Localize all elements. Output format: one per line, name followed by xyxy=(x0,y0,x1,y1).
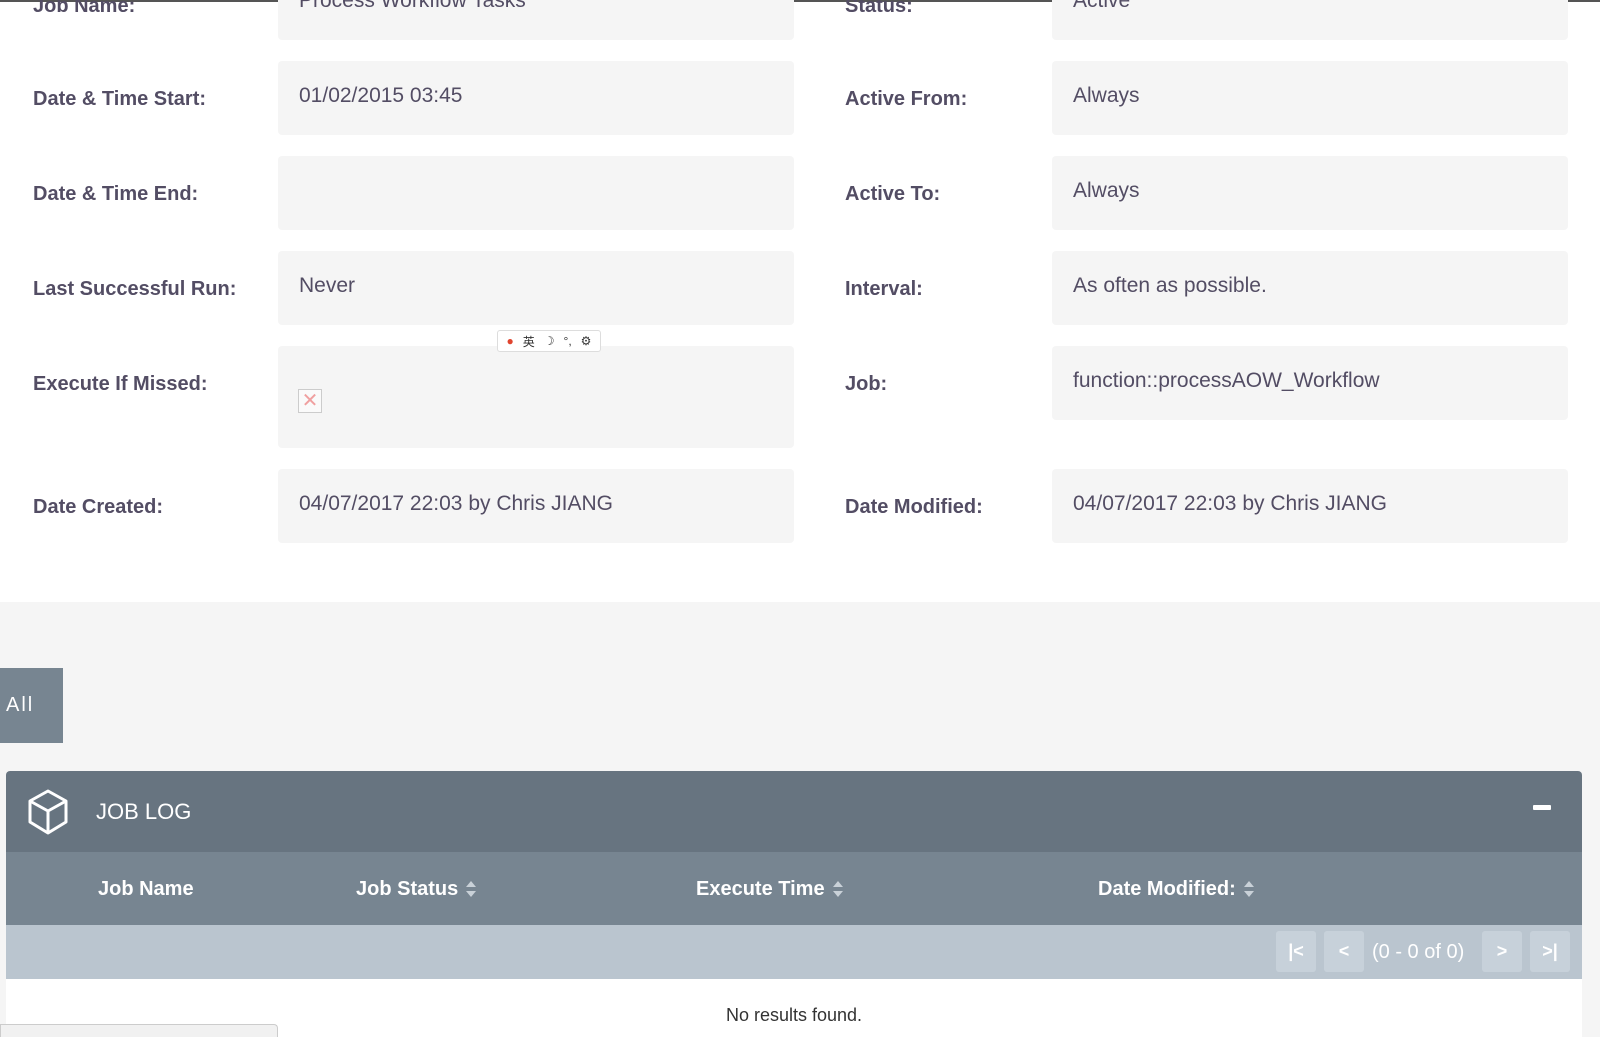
sort-icon[interactable] xyxy=(1243,881,1254,897)
pagination-prev-button[interactable]: < xyxy=(1324,931,1364,972)
pagination-next-button[interactable]: > xyxy=(1482,931,1522,972)
date-created-value: 04/07/2017 22:03 by Chris JIANG xyxy=(278,469,794,543)
detail-view: Job Name: Process Workflow Tasks Status:… xyxy=(0,0,1600,602)
column-job-name-label: Job Name xyxy=(98,878,194,900)
active-from-text: Always xyxy=(1073,84,1140,107)
gear-icon[interactable]: ⚙ xyxy=(581,334,592,348)
job-text: function::processAOW_Workflow xyxy=(1073,369,1380,392)
pagination-last-button[interactable]: >| xyxy=(1530,931,1570,972)
job-log-panel: JOB LOG Job Name Job Status Execute Time… xyxy=(6,771,1582,1037)
execute-if-missed-value xyxy=(278,346,794,448)
column-execute-time[interactable]: Execute Time xyxy=(696,876,843,902)
broken-image-icon: ✕ xyxy=(301,390,319,412)
date-time-start-text: 01/02/2015 03:45 xyxy=(299,84,463,107)
active-to-value: Always xyxy=(1052,156,1568,230)
browser-status-bar xyxy=(0,1024,278,1037)
date-time-end-value xyxy=(278,156,794,230)
moon-icon[interactable]: ☽ xyxy=(544,334,555,348)
execute-if-missed-checkbox[interactable]: ✕ xyxy=(298,389,322,413)
job-name-text: Process Workflow Tasks xyxy=(299,0,526,12)
execute-if-missed-label: Execute If Missed: xyxy=(33,373,208,395)
last-successful-run-text: Never xyxy=(299,274,356,297)
status-text: Active xyxy=(1073,0,1131,12)
pagination-bar: |< < (0 - 0 of 0) > >| xyxy=(6,925,1582,979)
tab-all[interactable]: All xyxy=(0,668,63,743)
date-modified-label: Date Modified: xyxy=(845,496,983,518)
ime-toolbar[interactable]: ● 英 ☽ °, ⚙ xyxy=(497,330,601,352)
job-label: Job: xyxy=(845,373,888,395)
active-to-label: Active To: xyxy=(845,183,941,205)
collapse-icon[interactable] xyxy=(1533,805,1551,810)
job-log-column-headers: Job Name Job Status Execute Time Date Mo… xyxy=(6,852,1582,925)
cube-icon xyxy=(28,789,68,835)
column-execute-time-label: Execute Time xyxy=(696,878,825,900)
date-created-label: Date Created: xyxy=(33,496,164,518)
job-name-label: Job Name: xyxy=(33,0,136,17)
column-date-modified[interactable]: Date Modified: xyxy=(1098,876,1254,902)
date-modified-text: 04/07/2017 22:03 by Chris JIANG xyxy=(1073,492,1388,515)
sort-icon[interactable] xyxy=(832,881,843,897)
last-successful-run-label: Last Successful Run: xyxy=(33,278,237,300)
punctuation-icon[interactable]: °, xyxy=(564,334,572,348)
column-job-name[interactable]: Job Name xyxy=(98,876,194,902)
sort-icon[interactable] xyxy=(466,881,477,897)
interval-label: Interval: xyxy=(845,278,923,300)
interval-value: As often as possible. xyxy=(1052,251,1568,325)
active-from-value: Always xyxy=(1052,61,1568,135)
column-job-status[interactable]: Job Status xyxy=(356,876,477,902)
job-log-header[interactable]: JOB LOG xyxy=(6,771,1582,852)
job-value: function::processAOW_Workflow xyxy=(1052,346,1568,420)
ime-language-toggle[interactable]: 英 xyxy=(523,333,535,350)
date-time-end-label: Date & Time End: xyxy=(33,183,199,205)
paw-icon[interactable]: ● xyxy=(507,334,514,348)
column-job-status-label: Job Status xyxy=(356,878,459,900)
job-log-title: JOB LOG xyxy=(96,799,192,824)
column-date-modified-label: Date Modified: xyxy=(1098,878,1236,900)
pagination-first-button[interactable]: |< xyxy=(1276,931,1316,972)
status-label: Status: xyxy=(845,0,913,17)
date-created-text: 04/07/2017 22:03 by Chris JIANG xyxy=(299,492,614,515)
active-to-text: Always xyxy=(1073,179,1140,202)
status-value: Active xyxy=(1052,0,1568,40)
last-successful-run-value: Never xyxy=(278,251,794,325)
date-time-start-value: 01/02/2015 03:45 xyxy=(278,61,794,135)
job-name-value: Process Workflow Tasks xyxy=(278,0,794,40)
date-modified-value: 04/07/2017 22:03 by Chris JIANG xyxy=(1052,469,1568,543)
pagination-count: (0 - 0 of 0) xyxy=(1372,941,1465,963)
date-time-start-label: Date & Time Start: xyxy=(33,88,207,110)
interval-text: As often as possible. xyxy=(1073,274,1267,297)
active-from-label: Active From: xyxy=(845,88,968,110)
